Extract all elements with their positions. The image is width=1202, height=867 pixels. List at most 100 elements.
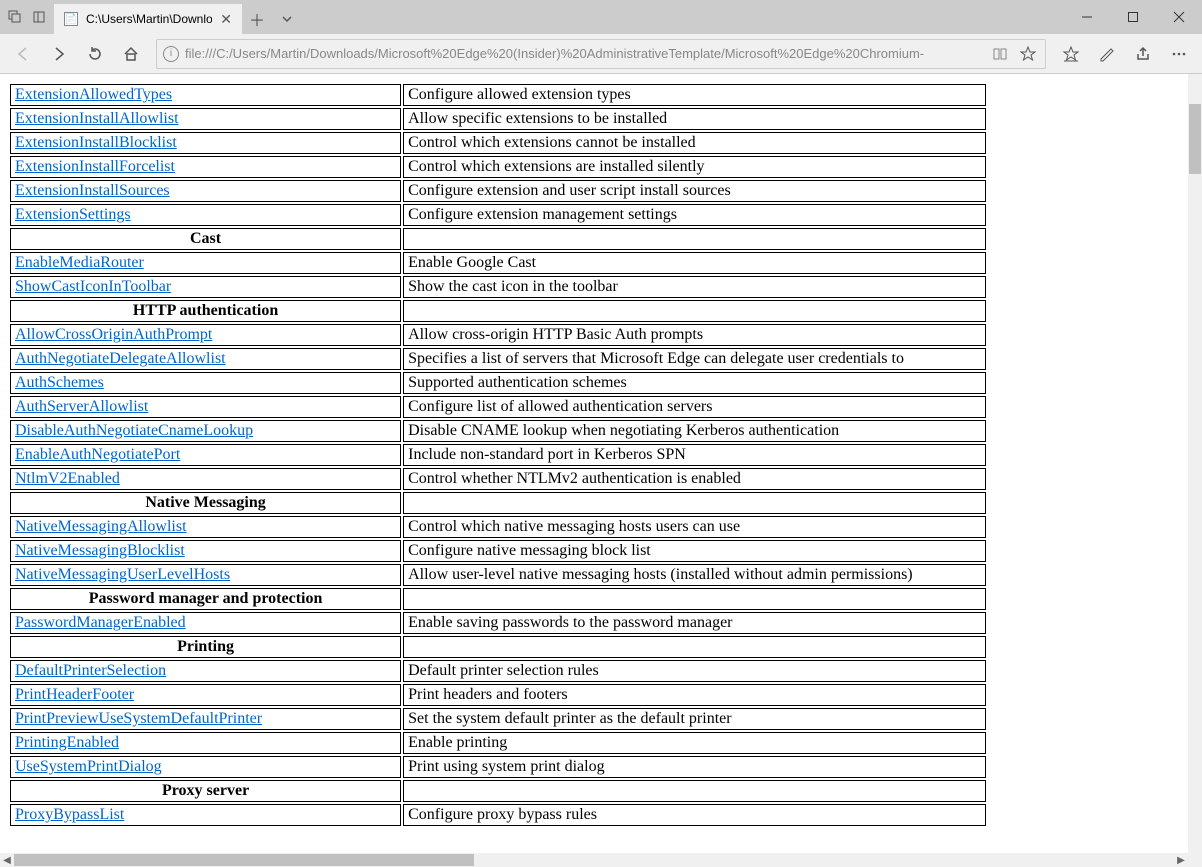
set-aside-tabs-icon[interactable] (32, 10, 46, 24)
policy-desc-cell: Enable saving passwords to the password … (403, 612, 986, 634)
policy-link[interactable]: ExtensionInstallSources (15, 182, 170, 199)
back-button[interactable] (6, 37, 40, 71)
policy-desc-cell: Enable Google Cast (403, 252, 986, 274)
window-minimize-button[interactable] (1064, 0, 1110, 34)
policy-link[interactable]: ExtensionInstallForcelist (15, 158, 175, 175)
vertical-scrollbar[interactable] (1188, 74, 1202, 853)
policy-desc-cell: Control which native messaging hosts use… (403, 516, 986, 538)
page-viewport: ExtensionAllowedTypesConfigure allowed e… (0, 74, 1188, 853)
policy-desc-cell: Default printer selection rules (403, 660, 986, 682)
policy-link[interactable]: ExtensionInstallAllowlist (15, 110, 179, 127)
policy-link[interactable]: NativeMessagingUserLevelHosts (15, 566, 230, 583)
policy-desc-cell: Allow user-level native messaging hosts … (403, 564, 986, 586)
policy-desc-cell: Supported authentication schemes (403, 372, 986, 394)
policy-desc-cell: Configure list of allowed authentication… (403, 396, 986, 418)
settings-menu-button[interactable] (1162, 37, 1196, 71)
section-header: Proxy server (10, 780, 401, 802)
policy-desc-cell: Configure native messaging block list (403, 540, 986, 562)
policy-link[interactable]: DisableAuthNegotiateCnameLookup (15, 422, 253, 439)
policy-link[interactable]: ExtensionAllowedTypes (15, 86, 172, 103)
policy-name-cell: UseSystemPrintDialog (10, 756, 401, 778)
page-content: ExtensionAllowedTypesConfigure allowed e… (0, 74, 1188, 836)
policy-link[interactable]: ExtensionSettings (15, 206, 131, 223)
table-row: PasswordManagerEnabled Enable saving pass… (10, 612, 986, 634)
policy-desc-cell: Disable CNAME lookup when negotiating Ke… (403, 420, 986, 442)
browser-tab[interactable]: 📄 C:\Users\Martin\Downlo ✕ (54, 4, 242, 34)
tab-close-icon[interactable]: ✕ (220, 11, 232, 28)
favorite-star-icon[interactable] (1017, 43, 1039, 65)
policy-desc-cell: Control whether NTLMv2 authentication is… (403, 468, 986, 490)
policy-link[interactable]: EnableAuthNegotiatePort (15, 446, 180, 463)
policy-name-cell: ExtensionInstallAllowlist (10, 108, 401, 130)
policy-name-cell: ProxyBypassList (10, 804, 401, 826)
policy-link[interactable]: PrintPreviewUseSystemDefaultPrinter (15, 710, 262, 727)
horizontal-scroll-thumb[interactable] (14, 854, 474, 866)
policy-link[interactable]: AuthSchemes (15, 374, 104, 391)
policy-desc-cell: Configure extension management settings (403, 204, 986, 226)
policy-link[interactable]: ExtensionInstallBlocklist (15, 134, 177, 151)
vertical-scroll-thumb[interactable] (1189, 104, 1201, 174)
table-row: DisableAuthNegotiateCnameLookup Disable C… (10, 420, 986, 442)
policy-desc-cell: Configure proxy bypass rules (403, 804, 986, 826)
section-header-blank (403, 588, 986, 610)
table-row: ShowCastIconInToolbarShow the cast icon … (10, 276, 986, 298)
reading-view-icon[interactable] (989, 43, 1011, 65)
table-row: NativeMessagingAllowlist Control which na… (10, 516, 986, 538)
policy-name-cell: AuthNegotiateDelegateAllowlist (10, 348, 401, 370)
table-row: DefaultPrinterSelection Default printer s… (10, 660, 986, 682)
forward-button[interactable] (42, 37, 76, 71)
policy-desc-cell: Control which extensions are installed s… (403, 156, 986, 178)
policy-name-cell: ExtensionAllowedTypes (10, 84, 401, 106)
policy-link[interactable]: AuthServerAllowlist (15, 398, 148, 415)
site-info-icon[interactable]: i (163, 46, 179, 62)
home-button[interactable] (114, 37, 148, 71)
policy-link[interactable]: AuthNegotiateDelegateAllowlist (15, 350, 226, 367)
table-row: ExtensionInstallSourcesConfigure extensi… (10, 180, 986, 202)
tab-title: C:\Users\Martin\Downlo (86, 12, 212, 26)
table-row: PrintHeaderFooter Print headers and foote… (10, 684, 986, 706)
section-header-blank (403, 492, 986, 514)
policy-name-cell: NtlmV2Enabled (10, 468, 401, 490)
policy-name-cell: AllowCrossOriginAuthPrompt (10, 324, 401, 346)
new-tab-button[interactable]: ＋ (242, 4, 272, 34)
policy-link[interactable]: PasswordManagerEnabled (15, 614, 186, 631)
policy-link[interactable]: NativeMessagingAllowlist (15, 518, 187, 535)
table-row: AllowCrossOriginAuthPromptAllow cross-or… (10, 324, 986, 346)
policy-link[interactable]: NativeMessagingBlocklist (15, 542, 185, 559)
horizontal-scrollbar[interactable]: ◀ ▶ (0, 853, 1188, 867)
policy-link[interactable]: ShowCastIconInToolbar (15, 278, 171, 295)
hscroll-right-arrow-icon[interactable]: ▶ (1174, 853, 1188, 867)
policy-name-cell: NativeMessagingBlocklist (10, 540, 401, 562)
tab-menu-button[interactable] (272, 4, 302, 34)
policy-link[interactable]: NtlmV2Enabled (15, 470, 120, 487)
policy-link[interactable]: UseSystemPrintDialog (15, 758, 162, 775)
hscroll-left-arrow-icon[interactable]: ◀ (0, 853, 14, 867)
notes-button[interactable] (1090, 37, 1124, 71)
policy-link[interactable]: DefaultPrinterSelection (15, 662, 166, 679)
window-close-button[interactable] (1156, 0, 1202, 34)
table-row: UseSystemPrintDialogPrint using system p… (10, 756, 986, 778)
policy-link[interactable]: EnableMediaRouter (15, 254, 144, 271)
policy-name-cell: DefaultPrinterSelection (10, 660, 401, 682)
policy-desc-cell: Enable printing (403, 732, 986, 754)
section-header: Cast (10, 228, 401, 250)
address-bar[interactable]: i file:///C:/Users/Martin/Downloads/Micr… (156, 39, 1046, 69)
policy-link[interactable]: PrintHeaderFooter (15, 686, 134, 703)
favorites-button[interactable] (1054, 37, 1088, 71)
policy-link[interactable]: ProxyBypassList (15, 806, 124, 823)
refresh-button[interactable] (78, 37, 112, 71)
share-button[interactable] (1126, 37, 1160, 71)
policy-name-cell: DisableAuthNegotiateCnameLookup (10, 420, 401, 442)
policy-table: ExtensionAllowedTypesConfigure allowed e… (8, 82, 988, 828)
policy-name-cell: ExtensionInstallBlocklist (10, 132, 401, 154)
tab-actions-icon[interactable] (8, 10, 22, 24)
section-header: HTTP authentication (10, 300, 401, 322)
window-maximize-button[interactable] (1110, 0, 1156, 34)
policy-link[interactable]: AllowCrossOriginAuthPrompt (15, 326, 212, 343)
policy-desc-cell: Print headers and footers (403, 684, 986, 706)
policy-link[interactable]: PrintingEnabled (15, 734, 119, 751)
table-row: ExtensionAllowedTypesConfigure allowed e… (10, 84, 986, 106)
policy-name-cell: PasswordManagerEnabled (10, 612, 401, 634)
titlebar: 📄 C:\Users\Martin\Downlo ✕ ＋ (0, 0, 1202, 34)
policy-name-cell: PrintHeaderFooter (10, 684, 401, 706)
